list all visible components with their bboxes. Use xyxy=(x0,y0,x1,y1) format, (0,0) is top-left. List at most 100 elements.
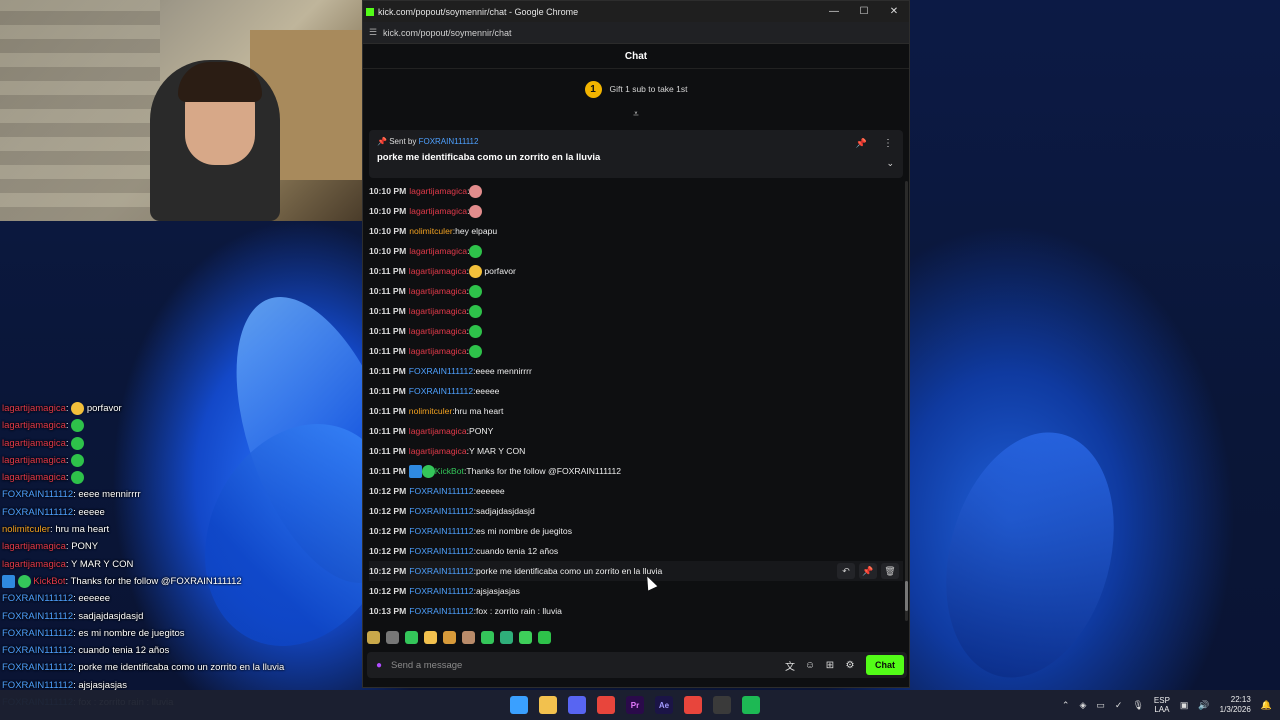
address-bar[interactable]: ☰ kick.com/popout/soymennir/chat xyxy=(363,22,909,44)
microphone-tray-icon[interactable]: 🎙 xyxy=(1132,700,1143,711)
message-username[interactable]: nolimitculer xyxy=(409,226,452,236)
chat-message[interactable]: 10:11 PM lagartijamagica: PONY xyxy=(369,421,903,441)
message-username[interactable]: FOXRAIN111112 xyxy=(409,586,473,596)
chat-message[interactable]: 10:11 PM lagartijamagica: Y MAR Y CON xyxy=(369,441,903,461)
network-icon[interactable]: ▣ xyxy=(1180,700,1189,711)
message-input-bar[interactable]: ● 文 ☺ ⊞ ⚙ Chat xyxy=(367,652,907,678)
chat-message[interactable]: 10:12 PM FOXRAIN111112: sadjajdasjdasjd xyxy=(369,501,903,521)
windows-start-icon[interactable] xyxy=(510,696,528,714)
chrome-icon[interactable] xyxy=(597,696,615,714)
settings-gear-icon[interactable]: ⚙ xyxy=(840,660,860,671)
emote-button[interactable] xyxy=(367,630,380,644)
translate-icon[interactable]: 文 xyxy=(780,658,800,673)
emote-button[interactable] xyxy=(443,630,456,644)
site-info-icon[interactable]: ☰ xyxy=(363,27,383,38)
taskbar-apps[interactable]: Pr Ae xyxy=(510,696,760,714)
display-icon[interactable]: ▭ xyxy=(1096,700,1105,711)
message-username[interactable]: FOXRAIN111112 xyxy=(409,366,473,376)
minimize-button[interactable]: — xyxy=(819,6,849,17)
emote-button[interactable] xyxy=(386,630,399,644)
chat-message[interactable]: 10:11 PM FOXRAIN111112: eeee mennirrrr xyxy=(369,361,903,381)
message-username[interactable]: lagartijamagica xyxy=(409,206,467,216)
emote-button[interactable] xyxy=(405,630,418,644)
emote-button[interactable] xyxy=(538,630,551,644)
language-indicator[interactable]: ESP LAA xyxy=(1154,696,1170,714)
message-username[interactable]: lagartijamagica xyxy=(409,346,467,356)
message-username[interactable]: FOXRAIN111112 xyxy=(409,486,473,496)
pin-icon[interactable]: 📌 xyxy=(859,563,877,579)
chrome-active-icon[interactable] xyxy=(684,696,702,714)
chat-message[interactable]: 10:12 PM FOXRAIN111112: es mi nombre de j… xyxy=(369,521,903,541)
message-username[interactable]: nolimitculer xyxy=(409,406,452,416)
pinned-username[interactable]: FOXRAIN111112 xyxy=(419,137,479,146)
emote-button[interactable] xyxy=(481,630,494,644)
chevron-down-icon[interactable]: ⌄ xyxy=(886,158,894,169)
message-username[interactable]: lagartijamagica xyxy=(409,326,467,336)
scrollbar-thumb[interactable] xyxy=(905,581,908,611)
chat-message[interactable]: 10:10 PM lagartijamagica: xyxy=(369,181,903,201)
chat-message[interactable]: 10:11 PM lagartijamagica: xyxy=(369,341,903,361)
clock[interactable]: 22:13 1/3/2026 xyxy=(1220,695,1251,715)
trash-icon[interactable]: 🗑 xyxy=(881,563,899,579)
emote-button[interactable] xyxy=(519,630,532,644)
notifications-icon[interactable]: 🔔 xyxy=(1261,700,1272,711)
checkmark-icon[interactable]: ✓ xyxy=(1115,700,1123,711)
game-controller-icon[interactable]: ◈ xyxy=(1079,700,1086,711)
chrome-window[interactable]: kick.com/popout/soymennir/chat - Google … xyxy=(362,0,910,688)
message-username[interactable]: lagartijamagica xyxy=(409,306,467,316)
chevron-up-icon[interactable]: ⌃ xyxy=(1062,700,1070,711)
gift-leaderboard-banner[interactable]: 1 Gift 1 sub to take 1st xyxy=(363,69,909,109)
message-input[interactable] xyxy=(391,659,780,671)
message-username[interactable]: lagartijamagica xyxy=(409,266,467,276)
microphone-icon[interactable]: ● xyxy=(367,660,391,671)
discord-icon[interactable] xyxy=(568,696,586,714)
chat-message[interactable]: 10:11 PM KickBot: Thanks for the follow … xyxy=(369,461,903,481)
url-text[interactable]: kick.com/popout/soymennir/chat xyxy=(383,28,512,38)
chat-message-list[interactable]: 10:10 PM lagartijamagica: 10:10 PM lagarti… xyxy=(369,181,903,621)
message-username[interactable]: lagartijamagica xyxy=(409,246,467,256)
reply-icon[interactable]: ↶ xyxy=(837,563,855,579)
chat-message[interactable]: 10:12 PM FOXRAIN111112: porke me identifi… xyxy=(369,561,903,581)
chat-message[interactable]: 10:11 PM lagartijamagica: xyxy=(369,321,903,341)
premiere-pro-icon[interactable]: Pr xyxy=(626,696,644,714)
message-username[interactable]: lagartijamagica xyxy=(409,186,467,196)
chat-message[interactable]: 10:11 PM lagartijamagica: xyxy=(369,281,903,301)
emoji-icon[interactable]: ☺ xyxy=(800,660,820,671)
send-chat-button[interactable]: Chat xyxy=(866,655,904,675)
volume-icon[interactable]: 🔊 xyxy=(1198,700,1209,711)
chat-message[interactable]: 10:11 PM lagartijamagica: porfavor xyxy=(369,261,903,281)
message-username[interactable]: lagartijamagica xyxy=(409,446,467,456)
message-username[interactable]: FOXRAIN111112 xyxy=(409,606,473,616)
after-effects-icon[interactable]: Ae xyxy=(655,696,673,714)
message-username[interactable]: FOXRAIN111112 xyxy=(409,526,473,536)
chat-message[interactable]: 10:10 PM lagartijamagica: xyxy=(369,201,903,221)
system-tray[interactable]: ⌃ ◈ ▭ ✓ 🎙 ESP LAA ▣ 🔊 22:13 1/3/2026 🔔 xyxy=(1062,695,1272,715)
message-username[interactable]: lagartijamagica xyxy=(409,426,467,436)
file-explorer-icon[interactable] xyxy=(539,696,557,714)
message-username[interactable]: FOXRAIN111112 xyxy=(409,506,473,516)
obs-icon[interactable] xyxy=(713,696,731,714)
chat-scrollbar[interactable] xyxy=(905,181,908,621)
chat-message[interactable]: 10:12 PM FOXRAIN111112: cuando tenia 12 a… xyxy=(369,541,903,561)
emote-quick-bar[interactable] xyxy=(367,627,551,647)
emote-button[interactable] xyxy=(424,630,437,644)
close-button[interactable]: ✕ xyxy=(879,6,909,17)
message-username[interactable]: lagartijamagica xyxy=(409,286,467,296)
unpin-icon[interactable]: 📌 xyxy=(856,138,867,149)
chat-message[interactable]: 10:11 PM lagartijamagica: xyxy=(369,301,903,321)
chat-message[interactable]: 10:10 PM lagartijamagica: xyxy=(369,241,903,261)
maximize-button[interactable]: ☐ xyxy=(849,6,879,17)
more-options-icon[interactable]: ⋮ xyxy=(883,138,893,149)
title-bar[interactable]: kick.com/popout/soymennir/chat - Google … xyxy=(363,1,909,22)
message-username[interactable]: FOXRAIN111112 xyxy=(409,386,473,396)
spotify-icon[interactable] xyxy=(742,696,760,714)
gift-icon[interactable]: ⊞ xyxy=(820,660,840,671)
chat-message[interactable]: 10:11 PM nolimitculer: hru ma heart xyxy=(369,401,903,421)
emote-button[interactable] xyxy=(462,630,475,644)
message-actions[interactable]: ↶ 📌 🗑 xyxy=(837,563,899,579)
chat-message[interactable]: 10:10 PM nolimitculer: hey elpapu xyxy=(369,221,903,241)
windows-taskbar[interactable]: Pr Ae ⌃ ◈ ▭ ✓ 🎙 ESP LAA ▣ 🔊 22:13 1/3/202… xyxy=(0,690,1280,720)
chat-message[interactable]: 10:13 PM FOXRAIN111112: fox : zorrito rai… xyxy=(369,601,903,621)
pinned-message[interactable]: 📌 Sent by FOXRAIN111112 porke me identif… xyxy=(369,130,903,178)
chat-message[interactable]: 10:12 PM FOXRAIN111112: eeeeee xyxy=(369,481,903,501)
